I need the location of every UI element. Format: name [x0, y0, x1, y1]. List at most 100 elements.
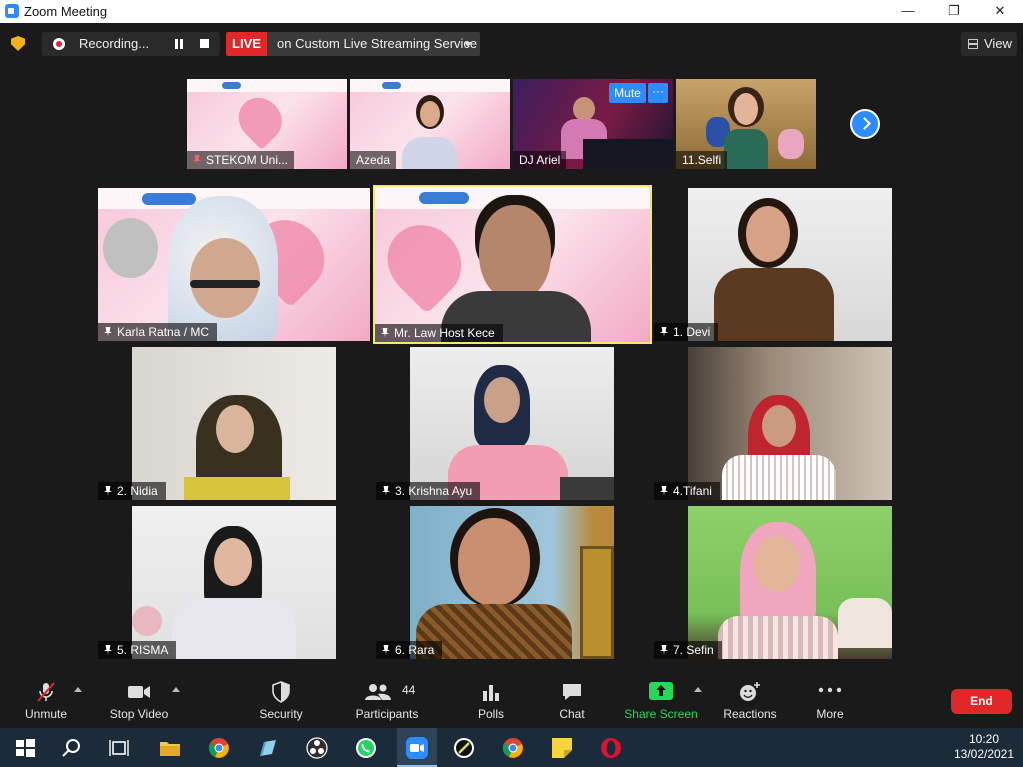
- sticky-notes-icon[interactable]: [550, 736, 574, 760]
- view-button[interactable]: View: [961, 32, 1017, 56]
- reactions-smiley-icon: [740, 682, 760, 701]
- file-explorer-icon[interactable]: [158, 736, 182, 760]
- encryption-shield-icon[interactable]: [11, 36, 25, 51]
- muted-mic-icon: [37, 682, 55, 702]
- video-tile-sefin[interactable]: 7. Sefin: [654, 506, 926, 659]
- clock-time: 10:20: [968, 732, 1000, 746]
- next-page-arrow-icon[interactable]: [850, 109, 880, 139]
- participant-name: Azeda: [350, 151, 397, 169]
- share-screen-label: Share Screen: [624, 707, 698, 721]
- video-tile-nidia[interactable]: 2. Nidia: [98, 347, 370, 500]
- polls-button[interactable]: Polls: [468, 671, 514, 728]
- share-screen-button[interactable]: Share Screen: [622, 671, 700, 728]
- strip-tile-stekom[interactable]: STEKOM Uni...: [187, 79, 347, 169]
- participants-label: Participants: [355, 707, 419, 721]
- pin-icon: [381, 328, 389, 338]
- video-tile-karla[interactable]: Karla Ratna / MC: [98, 188, 370, 341]
- recording-indicator: Recording...: [42, 32, 220, 56]
- video-tile-rara[interactable]: 6. Rara: [376, 506, 648, 659]
- chat-button[interactable]: Chat: [550, 671, 594, 728]
- recording-dot-icon: [53, 38, 65, 50]
- video-options-chevron-icon[interactable]: [172, 687, 180, 692]
- participant-name: 4.Tifani: [654, 482, 720, 500]
- reactions-button[interactable]: Reactions: [718, 671, 782, 728]
- pin-icon: [104, 645, 112, 655]
- recording-label: Recording...: [79, 36, 150, 51]
- task-view-icon[interactable]: [107, 736, 131, 760]
- video-tile-krishna[interactable]: 3. Krishna Ayu: [376, 347, 648, 500]
- chat-label: Chat: [559, 707, 585, 721]
- opera-icon[interactable]: [599, 736, 623, 760]
- live-service-dropdown[interactable]: on Custom Live Streaming Service: [267, 32, 480, 56]
- zoom-taskbar-item[interactable]: [397, 728, 437, 767]
- gallery-view-icon: [968, 39, 978, 49]
- pin-icon: [193, 155, 201, 165]
- participants-icon: [365, 684, 392, 700]
- polls-label: Polls: [477, 707, 504, 721]
- obs-icon[interactable]: [305, 736, 329, 760]
- stop-video-button[interactable]: Stop Video: [100, 671, 178, 728]
- audio-options-chevron-icon[interactable]: [74, 687, 82, 692]
- participants-count: 44: [402, 683, 416, 697]
- more-dots-icon: [818, 687, 842, 693]
- mute-participant-button[interactable]: Mute: [609, 83, 646, 103]
- maximize-button[interactable]: ❐: [931, 0, 977, 23]
- chat-bubble-icon: [563, 684, 581, 700]
- participant-name: 5. RISMA: [98, 641, 177, 659]
- strip-tile-azeda[interactable]: Azeda: [350, 79, 510, 169]
- end-meeting-button[interactable]: End: [951, 689, 1012, 714]
- window-titlebar: Zoom Meeting — ❐ ✕: [0, 0, 1023, 23]
- security-button[interactable]: Security: [252, 671, 310, 728]
- pen-app-icon[interactable]: [256, 736, 280, 760]
- participant-name: 1. Devi: [654, 323, 719, 341]
- video-tile-devi[interactable]: 1. Devi: [654, 188, 926, 341]
- windows-start-icon[interactable]: [13, 736, 37, 760]
- more-button[interactable]: More: [808, 671, 852, 728]
- participant-name: 2. Nidia: [98, 482, 166, 500]
- participant-name: 6. Rara: [376, 641, 443, 659]
- pin-icon: [382, 645, 390, 655]
- share-screen-icon: [649, 682, 673, 700]
- taskbar-clock[interactable]: 10:20 13/02/2021: [950, 732, 1018, 762]
- participant-name: Mr. Law Host Kece: [375, 324, 503, 342]
- security-label: Security: [259, 707, 303, 721]
- search-icon[interactable]: [60, 736, 84, 760]
- meeting-topbar: Recording... LIVE on Custom Live Streami…: [0, 23, 1023, 65]
- close-button[interactable]: ✕: [977, 0, 1023, 23]
- participants-button[interactable]: 44 Participants: [350, 671, 424, 728]
- window-title: Zoom Meeting: [24, 4, 108, 19]
- video-tile-risma[interactable]: 5. RISMA: [98, 506, 370, 659]
- security-shield-icon: [272, 681, 290, 703]
- video-tile-law-host[interactable]: Mr. Law Host Kece: [373, 185, 652, 344]
- chevron-down-icon: [464, 42, 472, 47]
- participant-name: STEKOM Uni...: [187, 151, 295, 169]
- live-service-label: on Custom Live Streaming Service: [277, 36, 478, 51]
- pin-icon: [104, 327, 112, 337]
- pin-icon: [660, 486, 668, 496]
- pin-icon: [104, 486, 112, 496]
- pin-icon: [660, 327, 668, 337]
- pause-recording-icon[interactable]: [174, 39, 184, 49]
- video-tile-tifani[interactable]: 4.Tifani: [654, 347, 926, 500]
- inkscape-icon[interactable]: [452, 736, 476, 760]
- clock-date: 13/02/2021: [953, 747, 1015, 761]
- chrome-icon[interactable]: [207, 736, 231, 760]
- unmute-label: Unmute: [24, 707, 68, 721]
- whatsapp-icon[interactable]: [354, 736, 378, 760]
- participant-name: 7. Sefin: [654, 641, 722, 659]
- more-label: More: [816, 707, 844, 721]
- windows-taskbar: 10:20 13/02/2021: [0, 728, 1023, 767]
- video-camera-icon: [128, 686, 150, 698]
- share-options-chevron-icon[interactable]: [694, 687, 702, 692]
- participant-name: DJ Ariel: [513, 151, 567, 169]
- zoom-icon: [406, 737, 428, 759]
- stop-recording-icon[interactable]: [200, 39, 209, 48]
- strip-tile-selfi[interactable]: 11.Selfi: [676, 79, 816, 169]
- view-label: View: [984, 36, 1012, 51]
- chrome-profile-icon[interactable]: [501, 736, 525, 760]
- participant-name: 3. Krishna Ayu: [376, 482, 481, 500]
- reactions-label: Reactions: [723, 707, 777, 721]
- more-options-button[interactable]: ···: [648, 83, 668, 103]
- unmute-button[interactable]: Unmute: [10, 671, 82, 728]
- minimize-button[interactable]: —: [885, 0, 931, 23]
